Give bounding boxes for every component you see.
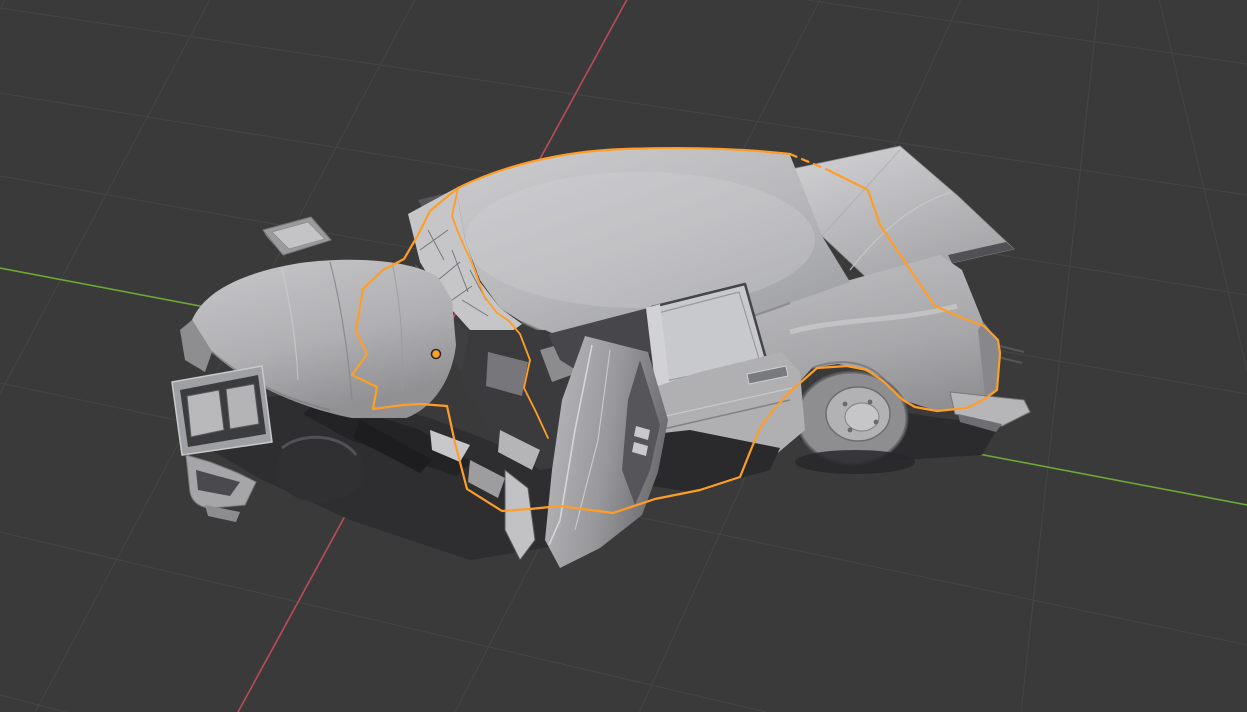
rear-wheel-shadow bbox=[795, 450, 915, 474]
front-grille-headlights[interactable] bbox=[171, 365, 273, 456]
grid-row bbox=[0, 531, 769, 712]
headlight-left bbox=[186, 389, 225, 438]
3d-viewport[interactable] bbox=[0, 0, 1247, 712]
grid-column bbox=[0, 0, 211, 395]
wrecked-sedan-model[interactable] bbox=[171, 145, 1031, 568]
object-origin-marker[interactable] bbox=[430, 348, 442, 360]
grid-row bbox=[0, 694, 68, 712]
grid-row bbox=[806, 0, 1247, 65]
grid-column bbox=[0, 0, 6, 10]
front-wheel-shadow bbox=[275, 438, 365, 502]
grid-column bbox=[1158, 0, 1247, 373]
headlight-right bbox=[225, 383, 260, 430]
